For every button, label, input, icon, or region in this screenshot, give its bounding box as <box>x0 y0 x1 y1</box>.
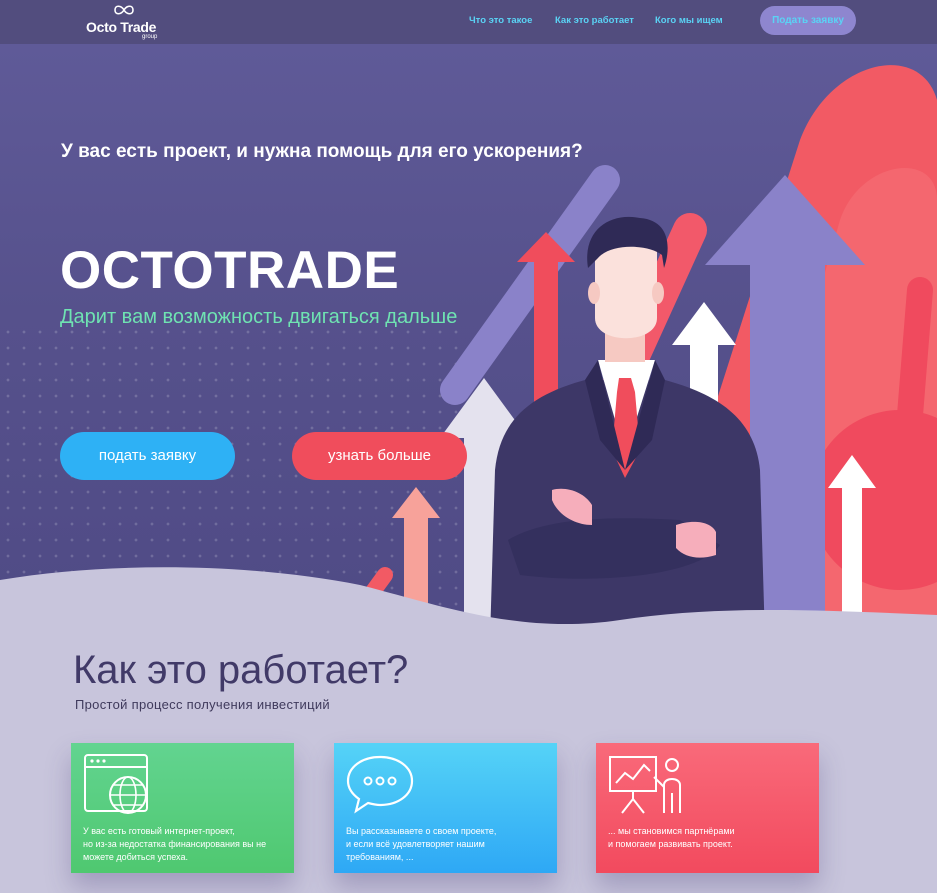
step-card-3: ... мы становимся партнёрами и помогаем … <box>596 743 819 873</box>
nav-link-who-we-seek[interactable]: Кого мы ищем <box>655 15 723 26</box>
logo[interactable]: Octo Trade group <box>86 3 166 41</box>
section-wave <box>0 567 937 660</box>
infinity-icon <box>114 5 134 15</box>
step-card-1-text: У вас есть готовый интернет-проект, но и… <box>83 826 267 862</box>
browser-globe-icon <box>84 754 148 814</box>
hero-title: OCTOTRADE <box>60 241 400 300</box>
logo-text: Octo Trade <box>86 19 157 35</box>
nav-link-what-is[interactable]: Что это такое <box>469 15 532 26</box>
nav-link-how-it-works[interactable]: Как это работает <box>555 15 634 26</box>
top-navbar: Octo Trade group Что это такое Как это р… <box>0 0 937 44</box>
how-it-works-title: Как это работает? <box>73 648 409 692</box>
step-card-2: Вы рассказываете о своем проекте, и если… <box>334 743 557 873</box>
step-card-1: У вас есть готовый интернет-проект, но и… <box>71 743 294 873</box>
hero-subtitle: Дарит вам возможность двигаться дальше <box>60 306 458 328</box>
how-it-works-subtitle: Простой процесс получения инвестиций <box>75 697 330 712</box>
presentation-icon <box>609 756 681 814</box>
apply-button[interactable]: подать заявку <box>60 432 235 480</box>
hero-question: У вас есть проект, и нужна помощь для ег… <box>61 141 583 162</box>
speech-bubble-icon <box>346 755 414 814</box>
learn-more-button[interactable]: узнать больше <box>292 432 467 480</box>
step-card-3-text: ... мы становимся партнёрами и помогаем … <box>608 826 735 849</box>
nav-apply-button[interactable]: Подать заявку <box>760 6 856 35</box>
step-card-2-text: Вы рассказываете о своем проекте, и если… <box>346 826 497 862</box>
logo-subtext: group <box>142 34 158 40</box>
